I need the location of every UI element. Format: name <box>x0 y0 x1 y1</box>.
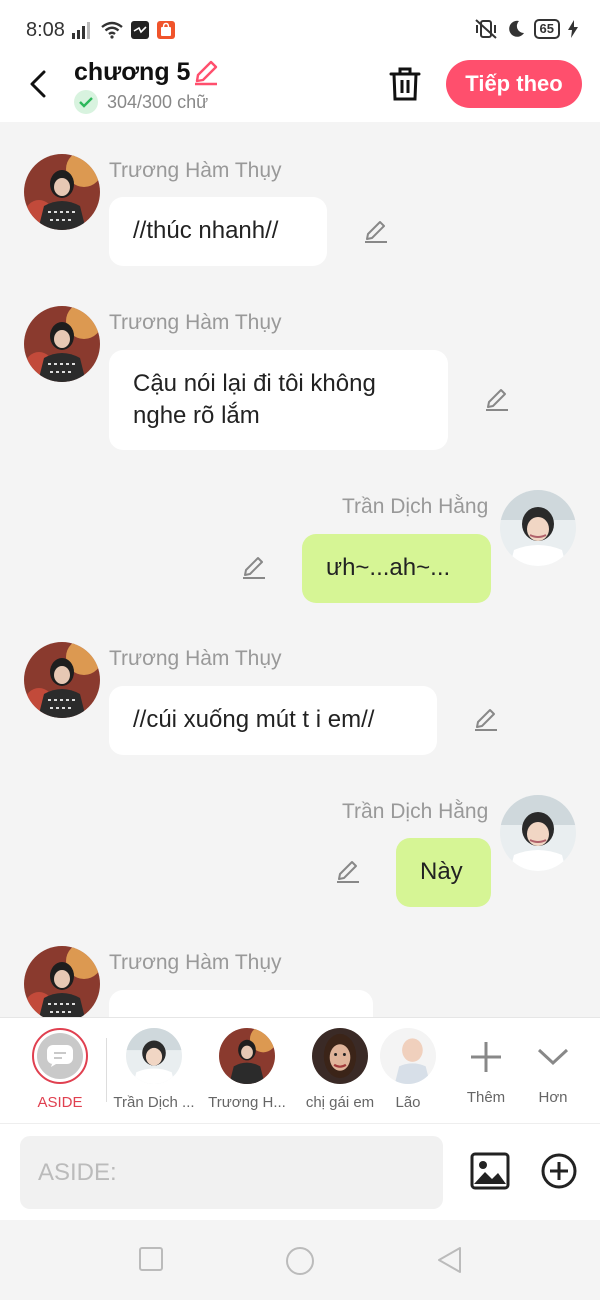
word-count: 304/300 chữ <box>107 92 209 112</box>
status-time: 8:08 <box>26 19 65 41</box>
battery-indicator: 65 <box>533 19 560 39</box>
back-nav-button[interactable] <box>436 1246 462 1274</box>
input-bar <box>0 1123 600 1221</box>
avatar-truong-ham-thuy[interactable] <box>24 306 100 382</box>
chat-area[interactable]: Trương Hàm Thụy //thúc nhanh// Trương Hà… <box>0 122 600 1017</box>
chevron-down-icon <box>537 1048 569 1066</box>
avatar <box>219 1028 275 1084</box>
more-characters-button[interactable]: Hơn <box>508 1028 598 1106</box>
app-bar: chương 5 304/300 chữ Tiếp theo <box>0 58 600 122</box>
mute-vibrate-icon <box>474 19 497 39</box>
message-sender: Trương Hàm Thụy <box>109 311 282 334</box>
edit-message-icon[interactable] <box>240 554 268 582</box>
insert-image-button[interactable] <box>470 1152 510 1195</box>
recent-apps-button[interactable] <box>138 1246 164 1272</box>
avatar <box>380 1028 436 1084</box>
circle-plus-icon <box>541 1153 577 1189</box>
message-bubble[interactable]: ưh~...ah~... <box>302 534 491 603</box>
edit-message-icon[interactable] <box>362 218 390 246</box>
message-bubble[interactable]: //thúc nhanh// <box>109 197 327 266</box>
more-label: Hơn <box>538 1089 568 1106</box>
message-bubble[interactable]: Cậu nói lại đi tôi không nghe rõ lắm <box>109 350 448 450</box>
edit-title-button[interactable] <box>192 58 220 91</box>
next-button[interactable]: Tiếp theo <box>446 60 582 108</box>
character-label: Lão <box>395 1094 421 1111</box>
plus-icon <box>471 1042 501 1072</box>
trash-icon <box>389 67 421 101</box>
add-more-button[interactable] <box>540 1152 578 1195</box>
message-sender: Trương Hàm Thụy <box>109 647 282 670</box>
message-bubble[interactable]: Này <box>396 838 491 907</box>
message-sender: Trần Dịch Hằng <box>342 495 489 518</box>
edit-message-icon[interactable] <box>472 706 500 734</box>
avatar-tran-dich-hang[interactable] <box>500 795 576 871</box>
character-truong-ham-thuy[interactable]: Trương H... <box>202 1028 292 1111</box>
shopee-icon <box>157 21 175 39</box>
back-arrow-icon <box>30 70 46 98</box>
avatar-tran-dich-hang[interactable] <box>500 490 576 566</box>
message-bubble[interactable]: //cúi xuống mút t i em// <box>109 686 437 755</box>
image-icon <box>470 1152 510 1190</box>
message-bubble[interactable] <box>109 990 373 1017</box>
message-app-icon <box>131 21 149 39</box>
avatar-truong-ham-thuy[interactable] <box>24 154 100 230</box>
avatar-truong-ham-thuy[interactable] <box>24 946 100 1017</box>
home-button[interactable] <box>285 1246 315 1276</box>
character-label: Trương H... <box>208 1094 286 1111</box>
chapter-title: chương 5 <box>74 58 191 86</box>
character-label: ASIDE <box>37 1094 83 1111</box>
character-label: Trần Dịch ... <box>113 1094 195 1111</box>
edit-message-icon[interactable] <box>334 858 362 886</box>
do-not-disturb-moon-icon <box>508 20 524 37</box>
back-button[interactable] <box>22 66 54 102</box>
delete-button[interactable] <box>388 66 422 102</box>
edit-message-icon[interactable] <box>483 386 511 414</box>
message-sender: Trương Hàm Thụy <box>109 951 282 974</box>
avatar <box>312 1028 368 1084</box>
system-nav-bar <box>0 1220 600 1300</box>
character-selector: ASIDE Trần Dịch ... Trương H... chị gái … <box>0 1017 600 1124</box>
status-icons-left <box>72 20 176 40</box>
charging-icon <box>568 20 578 38</box>
avatar-truong-ham-thuy[interactable] <box>24 642 100 718</box>
avatar <box>126 1028 182 1084</box>
signal-icon <box>72 22 90 39</box>
character-tran-dich-hang[interactable]: Trần Dịch ... <box>109 1028 199 1111</box>
divider <box>106 1038 107 1102</box>
status-icons-right: 65 <box>474 18 578 40</box>
message-input[interactable] <box>20 1136 443 1209</box>
message-sender: Trần Dịch Hằng <box>342 800 489 823</box>
chat-bubble-icon <box>47 1045 73 1067</box>
pencil-icon <box>195 60 218 86</box>
character-lao[interactable]: Lão <box>378 1028 438 1111</box>
character-label: chị gái em <box>305 1094 375 1111</box>
character-chi-gai-em[interactable]: chị gái em <box>295 1028 385 1111</box>
character-aside[interactable]: ASIDE <box>15 1028 105 1111</box>
wifi-icon <box>101 21 123 39</box>
message-sender: Trương Hàm Thụy <box>109 159 282 182</box>
aside-avatar <box>32 1028 88 1084</box>
status-bar: 8:08 65 <box>0 0 600 58</box>
check-icon <box>74 90 98 114</box>
